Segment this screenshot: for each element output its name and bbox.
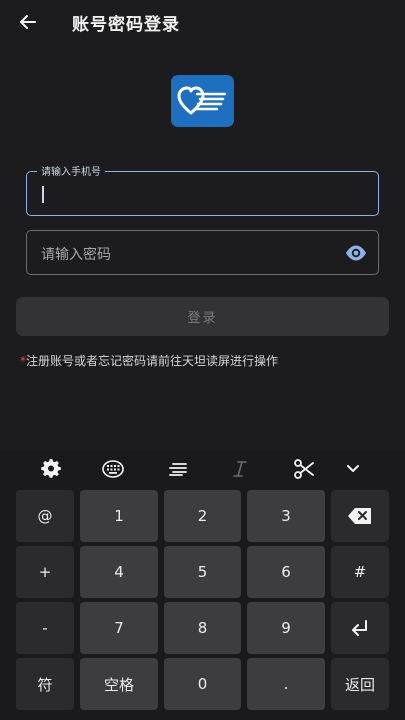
- backspace-icon: [348, 508, 371, 524]
- arrow-left-icon: [20, 15, 36, 29]
- key-9[interactable]: 9: [247, 602, 325, 654]
- register-note: *注册账号或者忘记密码请前往天坦读屏进行操作: [20, 352, 278, 369]
- gear-icon[interactable]: [39, 457, 63, 481]
- soft-keyboard: @ 1 2 3 + 4 5 6 # - 7 8 9 符 空格 0 . 返回: [0, 450, 405, 720]
- heart-lines-icon: [177, 86, 226, 115]
- key-1[interactable]: 1: [80, 490, 158, 542]
- register-note-text: 注册账号或者忘记密码请前往天坦读屏进行操作: [26, 354, 279, 368]
- phone-input-label: 请输入手机号: [37, 163, 105, 178]
- key-symbols[interactable]: 符: [16, 658, 74, 710]
- password-input[interactable]: 请输入密码: [26, 230, 379, 275]
- app-header: 账号密码登录: [0, 0, 405, 44]
- key-3[interactable]: 3: [247, 490, 325, 542]
- key-4[interactable]: 4: [80, 546, 158, 598]
- key-enter[interactable]: [331, 602, 389, 654]
- phone-input[interactable]: 请输入手机号: [26, 163, 379, 216]
- key-0[interactable]: 0: [164, 658, 241, 710]
- key-2[interactable]: 2: [164, 490, 241, 542]
- key-8[interactable]: 8: [164, 602, 241, 654]
- login-button[interactable]: 登录: [16, 297, 389, 336]
- key-at[interactable]: @: [16, 490, 74, 542]
- key-6[interactable]: 6: [247, 546, 325, 598]
- key-space[interactable]: 空格: [80, 658, 158, 710]
- back-button[interactable]: [14, 8, 42, 36]
- scissors-icon[interactable]: [292, 457, 316, 481]
- align-icon[interactable]: [166, 457, 190, 481]
- password-placeholder: 请输入密码: [41, 247, 111, 263]
- app-logo: [171, 75, 234, 127]
- page-title: 账号密码登录: [72, 15, 180, 35]
- keyboard-toolbar: [0, 450, 405, 488]
- chevron-down-icon[interactable]: [341, 457, 365, 481]
- italic-icon[interactable]: [228, 457, 252, 481]
- enter-icon: [352, 620, 367, 636]
- key-7[interactable]: 7: [80, 602, 158, 654]
- text-caret: [42, 186, 44, 203]
- eye-icon[interactable]: [345, 244, 367, 262]
- key-5[interactable]: 5: [164, 546, 241, 598]
- key-minus[interactable]: -: [16, 602, 74, 654]
- key-backspace[interactable]: [331, 490, 389, 542]
- key-return[interactable]: 返回: [331, 658, 389, 710]
- key-dot[interactable]: .: [247, 658, 325, 710]
- key-hash[interactable]: #: [331, 546, 389, 598]
- key-plus[interactable]: +: [16, 546, 74, 598]
- keyboard-icon[interactable]: [101, 457, 125, 481]
